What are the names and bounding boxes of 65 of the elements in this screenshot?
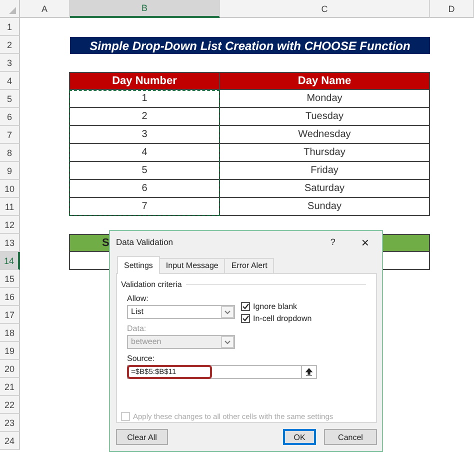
- dialog-button[interactable]: OK: [283, 429, 316, 445]
- help-button[interactable]: ?: [330, 237, 336, 248]
- checkbox-label: In-cell dropdown: [253, 314, 312, 323]
- dialog-title: Data Validation: [116, 237, 174, 248]
- row-header[interactable]: 13: [0, 234, 20, 252]
- row-header[interactable]: 21: [0, 378, 20, 396]
- field-label: Data:: [127, 324, 148, 333]
- table-cell: Monday: [219, 90, 430, 108]
- row-header[interactable]: 4: [0, 72, 20, 90]
- row-header[interactable]: 22: [0, 396, 20, 414]
- row-header[interactable]: 12: [0, 216, 20, 234]
- sheet-title: Simple Drop-Down List Creation with CHOOSE Function: [70, 37, 430, 54]
- table-cell: 6: [69, 180, 220, 198]
- table-cell: 5: [69, 162, 220, 180]
- column-header[interactable]: C: [220, 0, 430, 18]
- row-header[interactable]: 19: [0, 342, 20, 360]
- table-cell: 2: [69, 108, 220, 126]
- dropdown: between: [127, 334, 235, 349]
- table-cell: Wednesday: [219, 126, 430, 144]
- checkbox-label: Ignore blank: [253, 302, 298, 311]
- row-header[interactable]: 8: [0, 144, 20, 162]
- field-label: Allow:: [127, 294, 150, 303]
- table-cell: Sunday: [219, 198, 430, 216]
- table-header: Day Number: [69, 72, 220, 90]
- field-label: Source:: [127, 354, 156, 363]
- column-header[interactable]: A: [20, 0, 70, 18]
- row-header[interactable]: 3: [0, 54, 20, 72]
- row-header[interactable]: 2: [0, 36, 20, 54]
- table-cell: 1: [69, 90, 220, 108]
- column-header[interactable]: B: [70, 0, 220, 18]
- tab[interactable]: Input Message: [158, 258, 226, 273]
- row-header[interactable]: 23: [0, 414, 20, 432]
- table-cell: Thursday: [219, 144, 430, 162]
- column-header[interactable]: D: [430, 0, 474, 18]
- table-cell: 3: [69, 126, 220, 144]
- row-header[interactable]: 5: [0, 90, 20, 108]
- caret-icon: [221, 336, 234, 348]
- row-header[interactable]: 24: [0, 432, 20, 450]
- row-header[interactable]: 10: [0, 180, 20, 198]
- row-header[interactable]: 16: [0, 288, 20, 306]
- table-header: Day Name: [219, 72, 430, 90]
- row-header[interactable]: 18: [0, 324, 20, 342]
- checkbox[interactable]: [241, 314, 250, 323]
- row-header[interactable]: 9: [0, 162, 20, 180]
- tab[interactable]: Error Alert: [224, 258, 274, 273]
- close-button[interactable]: ×: [361, 236, 369, 249]
- caret-icon: [221, 306, 234, 318]
- table-cell: Friday: [219, 162, 430, 180]
- dialog-button[interactable]: Clear All: [116, 429, 168, 445]
- row-header[interactable]: 20: [0, 360, 20, 378]
- tab[interactable]: Settings: [117, 256, 160, 274]
- row-header[interactable]: 17: [0, 306, 20, 324]
- table-cell: Tuesday: [219, 108, 430, 126]
- row-header[interactable]: 14: [0, 252, 20, 270]
- checkbox[interactable]: [241, 302, 250, 311]
- dialog-button[interactable]: Cancel: [324, 429, 377, 445]
- row-header[interactable]: 1: [0, 18, 20, 36]
- triangle-icon: [8, 6, 17, 15]
- section-label: Validation criteria: [121, 280, 182, 289]
- row-header[interactable]: 11: [0, 198, 20, 216]
- row-header[interactable]: 7: [0, 126, 20, 144]
- row-header[interactable]: 15: [0, 270, 20, 288]
- table-cell: Saturday: [219, 180, 430, 198]
- row-header[interactable]: 6: [0, 108, 20, 126]
- dropdown[interactable]: List: [127, 304, 235, 319]
